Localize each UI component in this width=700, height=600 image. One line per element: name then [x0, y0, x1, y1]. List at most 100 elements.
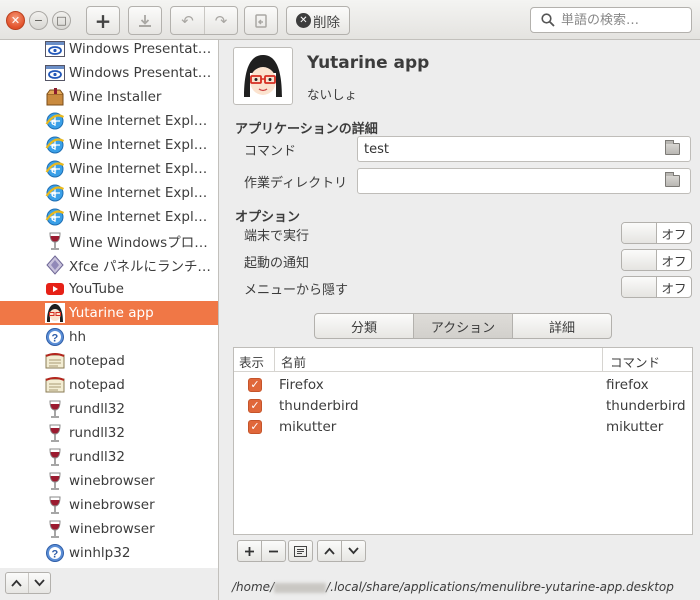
app-list-item[interactable]: Wine Windowsプログラムローダー	[0, 229, 218, 253]
show-checkbox[interactable]: ✓	[248, 420, 262, 434]
app-list-item-label: Wine Installer	[69, 89, 162, 105]
help-icon: ?	[44, 543, 65, 564]
add-button[interactable]: +	[86, 6, 120, 35]
command-field[interactable]	[357, 136, 691, 162]
app-list-item[interactable]: Windows Presentation Foundation	[0, 61, 218, 85]
tab-1[interactable]: アクション	[413, 314, 512, 338]
column-command[interactable]: コマンド	[610, 352, 660, 371]
app-list-item[interactable]: Wine Installer	[0, 85, 218, 109]
app-list-item[interactable]: e Wine Internet Explorer	[0, 133, 218, 157]
ie-icon: e	[44, 135, 65, 156]
undo-button[interactable]: ↶	[171, 7, 204, 34]
app-list-item[interactable]: ? winhlp32	[0, 541, 218, 565]
app-list-item[interactable]: winebrowser	[0, 469, 218, 493]
option-toggle[interactable]: オフ	[621, 276, 692, 298]
app-comment[interactable]: ないしょ	[307, 84, 357, 103]
ie-icon: e	[44, 111, 65, 132]
action-command[interactable]: mikutter	[606, 419, 663, 435]
option-toggle[interactable]: オフ	[621, 249, 692, 271]
wine-glass-icon	[44, 495, 65, 516]
wine-glass-icon	[44, 423, 65, 444]
table-row[interactable]: ✓ mikutter mikutter	[234, 417, 692, 438]
wine-glass-icon	[44, 231, 65, 252]
path-prefix: /home/	[232, 580, 275, 594]
minimize-window-button[interactable]: −	[29, 11, 48, 30]
revert-button[interactable]	[244, 6, 278, 35]
sidebar-footer	[0, 568, 219, 600]
app-list-item[interactable]: notepad	[0, 349, 218, 373]
column-name[interactable]: 名前	[281, 352, 306, 371]
chevron-down-icon	[348, 547, 359, 555]
remove-action-button[interactable]	[261, 540, 286, 562]
app-list-item[interactable]: Windows Presentation Foundation	[0, 40, 218, 61]
redo-button[interactable]: ↷	[204, 7, 237, 34]
column-divider	[602, 348, 603, 372]
app-name[interactable]: Yutarine app	[307, 53, 429, 73]
app-list-item[interactable]: rundll32	[0, 421, 218, 445]
move-up-button[interactable]	[6, 573, 28, 593]
add-action-button[interactable]	[237, 540, 262, 562]
app-list-item[interactable]: rundll32	[0, 445, 218, 469]
avatar-icon	[238, 51, 288, 101]
folder-icon[interactable]	[665, 140, 680, 155]
app-list-item[interactable]: notepad	[0, 373, 218, 397]
app-list: Windows Presentation Foundation Windows P…	[0, 40, 219, 568]
tab-2[interactable]: 詳細	[512, 314, 611, 338]
wine-glass-icon	[44, 519, 65, 540]
toggle-state: オフ	[661, 226, 687, 242]
svg-text:e: e	[51, 165, 57, 176]
command-input[interactable]	[364, 141, 654, 157]
table-header: 表示 名前 コマンド	[234, 348, 692, 372]
table-row[interactable]: ✓ thunderbird thunderbird	[234, 396, 692, 417]
search-input[interactable]	[561, 12, 681, 28]
workdir-label: 作業ディレクトリ	[244, 176, 348, 191]
svg-text:?: ?	[51, 333, 58, 345]
workdir-input[interactable]	[364, 173, 654, 189]
undo-redo-group: ↶ ↷	[170, 6, 238, 35]
app-list-item[interactable]: e Wine Internet Explorer	[0, 205, 218, 229]
app-list-item[interactable]: rundll32	[0, 397, 218, 421]
move-action-up-button[interactable]	[317, 540, 342, 562]
redacted-username	[274, 582, 327, 593]
app-list-item[interactable]: YouTube	[0, 277, 218, 301]
app-list-item[interactable]: winebrowser	[0, 517, 218, 541]
action-command[interactable]: thunderbird	[606, 398, 686, 414]
tab-0[interactable]: 分類	[315, 314, 413, 338]
maximize-window-button[interactable]: □	[52, 11, 71, 30]
app-list-item[interactable]: e Wine Internet Explorer	[0, 181, 218, 205]
move-down-button[interactable]	[27, 573, 51, 593]
option-toggle[interactable]: オフ	[621, 222, 692, 244]
action-command[interactable]: firefox	[606, 377, 649, 393]
svg-text:?: ?	[51, 549, 58, 561]
svg-text:e: e	[51, 213, 57, 224]
app-list-item[interactable]: Xfce パネルにランチャーを追加	[0, 253, 218, 277]
option-label: メニューから隠す	[244, 283, 349, 298]
app-list-item[interactable]: e Wine Internet Explorer	[0, 157, 218, 181]
close-window-button[interactable]: ✕	[6, 11, 25, 30]
folder-icon[interactable]	[665, 172, 680, 187]
save-button[interactable]	[128, 6, 162, 35]
app-list-item[interactable]: winebrowser	[0, 493, 218, 517]
table-row[interactable]: ✓ Firefox firefox	[234, 375, 692, 396]
app-list-item-label: notepad	[69, 377, 125, 393]
show-checkbox[interactable]: ✓	[248, 378, 262, 392]
column-show[interactable]: 表示	[239, 352, 264, 371]
move-action-down-button[interactable]	[341, 540, 366, 562]
clear-actions-button[interactable]	[288, 540, 313, 562]
wpf-icon	[44, 40, 65, 60]
delete-button[interactable]: ✕ 削除	[286, 6, 350, 35]
search-box[interactable]	[530, 7, 692, 33]
action-name[interactable]: mikutter	[279, 419, 336, 435]
show-checkbox[interactable]: ✓	[248, 399, 262, 413]
action-name[interactable]: Firefox	[279, 377, 324, 393]
wpf-icon	[44, 63, 65, 84]
app-list-item[interactable]: ? hh	[0, 325, 218, 349]
svg-text:e: e	[51, 189, 57, 200]
app-icon-button[interactable]	[233, 47, 293, 105]
app-list-item[interactable]: e Wine Internet Explorer	[0, 109, 218, 133]
app-list-item[interactable]: Yutarine app	[0, 301, 218, 325]
workdir-field[interactable]	[357, 168, 691, 194]
help-icon: ?	[44, 327, 65, 348]
app-list-item-label: Wine Internet Explorer	[69, 161, 215, 177]
action-name[interactable]: thunderbird	[279, 398, 359, 414]
